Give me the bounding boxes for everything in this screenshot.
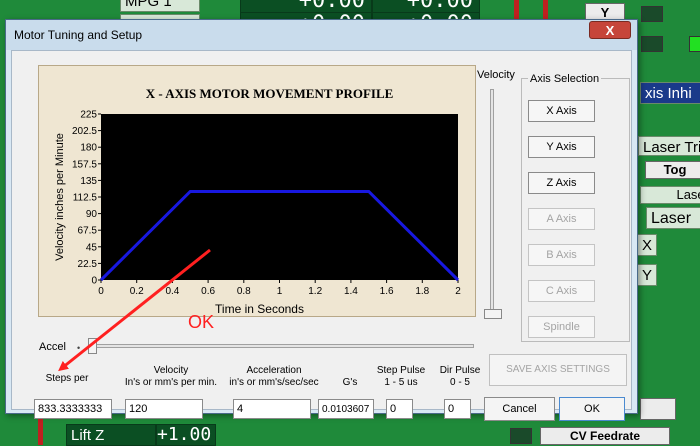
annotation-arrow <box>58 248 211 372</box>
annotation-ok-text: OK <box>188 312 215 332</box>
